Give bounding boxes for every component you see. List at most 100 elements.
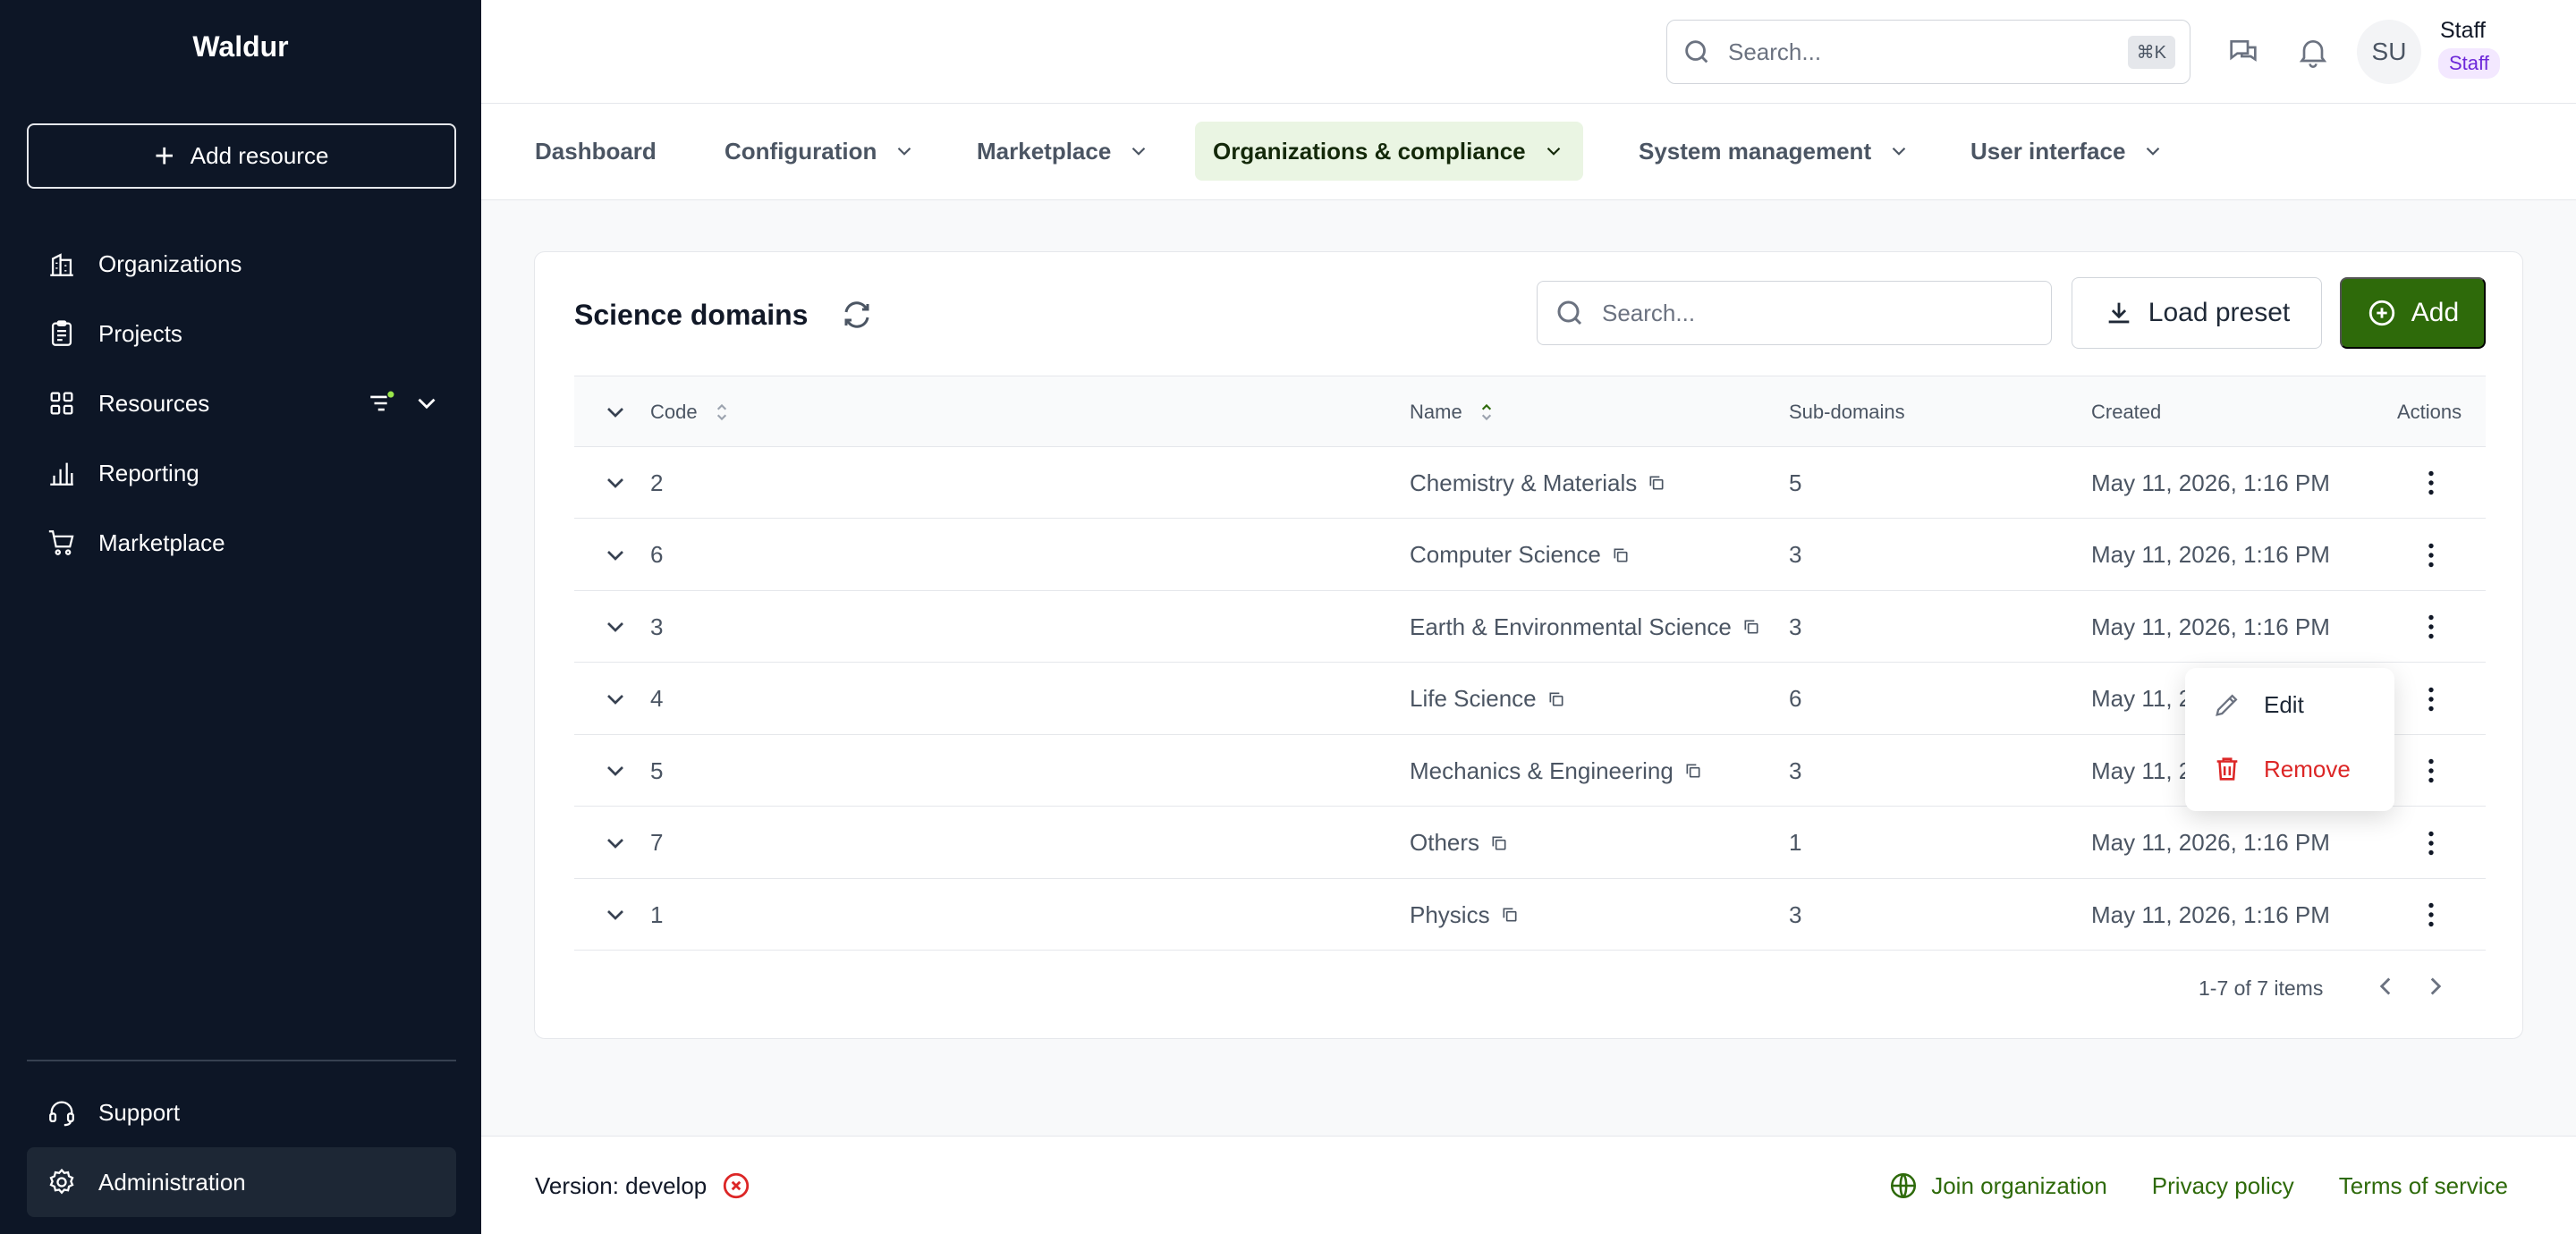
tab-label: System management — [1639, 137, 1872, 165]
sidebar-item-organizations[interactable]: Organizations — [27, 229, 456, 299]
terms-of-service-link[interactable]: Terms of service — [2339, 1171, 2508, 1201]
chat-icon[interactable] — [2225, 34, 2261, 70]
row-actions-button[interactable] — [2415, 591, 2447, 663]
table-row[interactable]: 1 Physics 3 May 11, 2026, 1:16 PM — [574, 879, 2486, 951]
row-expand-toggle[interactable] — [601, 591, 630, 663]
filter-icon[interactable] — [367, 388, 397, 418]
row-expand-toggle[interactable] — [601, 663, 630, 735]
add-resource-button[interactable]: + Add resource — [27, 123, 456, 189]
load-preset-button[interactable]: Load preset — [2072, 277, 2322, 349]
menu-item-label: Remove — [2264, 755, 2351, 782]
bell-icon[interactable] — [2295, 34, 2331, 70]
table-row[interactable]: 6 Computer Science 3 May 11, 2026, 1:16 PM — [574, 520, 2486, 591]
sidebar-item-label: Organizations — [98, 249, 242, 277]
cell-code: 7 — [650, 829, 664, 856]
avatar[interactable]: SU — [2357, 20, 2421, 84]
row-actions-button[interactable] — [2415, 447, 2447, 519]
row-expand-toggle[interactable] — [601, 520, 630, 591]
column-header-code[interactable]: Code — [650, 376, 733, 448]
row-expand-toggle[interactable] — [601, 879, 630, 951]
table-row[interactable]: 7 Others 1 May 11, 2026, 1:16 PM — [574, 807, 2486, 879]
table-row[interactable]: 2 Chemistry & Materials 5 May 11, 2026, 1:1… — [574, 447, 2486, 519]
sidebar-item-administration[interactable]: Administration — [27, 1147, 456, 1217]
chevron-down-icon — [607, 838, 623, 849]
sidebar-item-marketplace[interactable]: Marketplace — [27, 508, 456, 578]
row-expand-toggle[interactable] — [601, 447, 630, 519]
row-actions-button[interactable] — [2415, 663, 2447, 735]
sidebar-item-resources[interactable]: Resources — [27, 368, 456, 438]
row-expand-toggle[interactable] — [601, 807, 630, 879]
copy-icon[interactable] — [1547, 690, 1565, 708]
column-header-name[interactable]: Name — [1410, 376, 1498, 448]
chevron-down-icon[interactable] — [411, 388, 442, 418]
chevron-down-icon — [607, 694, 623, 705]
sidebar-item-support[interactable]: Support — [27, 1078, 456, 1147]
cell-name-text: Earth & Environmental Science — [1410, 613, 1732, 640]
chevron-right-icon[interactable] — [2420, 971, 2451, 1002]
tab-configuration[interactable]: Configuration — [707, 122, 934, 181]
cell-subdomains: 3 — [1789, 756, 1802, 784]
sidebar-item-projects[interactable]: Projects — [27, 299, 456, 368]
table-search-input[interactable]: Search... — [1537, 281, 2052, 345]
building-icon — [50, 253, 73, 276]
chevron-down-icon — [607, 478, 623, 488]
tab-marketplace[interactable]: Marketplace — [959, 122, 1168, 181]
download-icon — [2108, 302, 2130, 324]
copy-icon[interactable] — [1742, 618, 1760, 636]
cell-subdomains: 6 — [1789, 685, 1802, 712]
tab-label: User interface — [1970, 137, 2126, 165]
chevron-down-icon — [1892, 147, 1906, 156]
menu-item-remove[interactable]: Remove — [2212, 754, 2351, 784]
cell-created: May 11, 2026, 1:16 PM — [2091, 541, 2330, 568]
copy-icon[interactable] — [1501, 906, 1519, 924]
sidebar-item-reporting[interactable]: Reporting — [27, 438, 456, 508]
tab-dashboard[interactable]: Dashboard — [517, 122, 674, 181]
expand-all-toggle[interactable] — [601, 376, 630, 448]
menu-item-edit[interactable]: Edit — [2212, 689, 2304, 720]
admin-tabs: Dashboard Configuration Marketplace Orga… — [481, 104, 2576, 200]
more-vertical-icon — [2428, 687, 2434, 711]
refresh-icon[interactable] — [841, 299, 873, 331]
copy-icon[interactable] — [1648, 474, 1665, 492]
version-info: Version: develop — [535, 1171, 751, 1201]
tab-organizations-compliance[interactable]: Organizations & compliance — [1195, 122, 1583, 181]
copy-icon[interactable] — [1490, 834, 1508, 852]
chevron-down-icon — [607, 622, 623, 632]
column-label: Name — [1410, 401, 1462, 423]
trash-icon — [2216, 757, 2238, 781]
sort-icon — [716, 403, 726, 421]
add-button[interactable]: Add — [2340, 277, 2486, 349]
column-header-created[interactable]: Created — [2091, 376, 2161, 448]
row-actions-button[interactable] — [2415, 520, 2447, 591]
row-expand-toggle[interactable] — [601, 735, 630, 807]
cell-name: Others — [1410, 807, 1508, 879]
row-actions-button[interactable] — [2415, 735, 2447, 807]
cell-created: May 11, 2026, 1:16 PM — [2091, 900, 2330, 928]
tab-system-management[interactable]: System management — [1621, 122, 1928, 181]
cell-name-text: Physics — [1410, 900, 1490, 928]
column-label: Created — [2091, 401, 2162, 423]
error-circle-icon[interactable] — [721, 1171, 751, 1201]
copy-icon[interactable] — [1684, 762, 1702, 780]
column-header-subdomains[interactable]: Sub-domains — [1789, 376, 1905, 448]
cell-name-text: Life Science — [1410, 685, 1537, 712]
tab-user-interface[interactable]: User interface — [1953, 122, 2182, 181]
more-vertical-icon — [2428, 831, 2434, 855]
brand-logo[interactable]: Waldur — [0, 30, 481, 63]
chevron-left-icon[interactable] — [2370, 971, 2401, 1002]
page-title: Science domains — [574, 299, 809, 331]
privacy-policy-link[interactable]: Privacy policy — [2152, 1171, 2294, 1201]
row-actions-button[interactable] — [2415, 807, 2447, 879]
row-actions-button[interactable] — [2415, 879, 2447, 951]
copy-icon[interactable] — [1612, 546, 1630, 564]
gear-icon — [49, 1168, 74, 1195]
join-organization-link[interactable]: Join organization — [1888, 1171, 2107, 1201]
cell-name-text: Chemistry & Materials — [1410, 469, 1638, 496]
table-row[interactable]: 3 Earth & Environmental Science 3 May 11, 2… — [574, 591, 2486, 663]
cell-code: 5 — [650, 756, 664, 784]
user-role-badge: Staff — [2438, 48, 2500, 79]
more-vertical-icon — [2428, 902, 2434, 927]
version-label: Version: develop — [535, 1171, 708, 1199]
sidebar-item-label: Administration — [98, 1168, 246, 1196]
global-search-input[interactable]: Search... ⌘K — [1666, 20, 2190, 84]
